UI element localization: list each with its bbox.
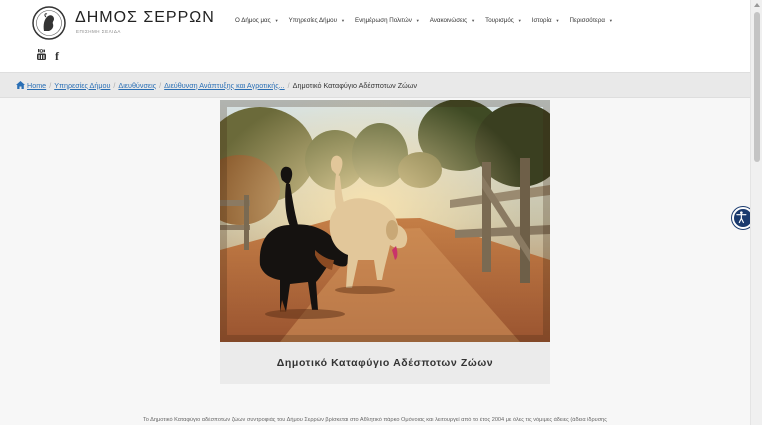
youtube-icon bbox=[37, 49, 46, 60]
nav-label: Ανακοινώσεις bbox=[429, 17, 468, 24]
social-links: f bbox=[37, 47, 59, 65]
municipality-seal-logo[interactable] bbox=[32, 6, 66, 40]
caret-down-icon: ▼ bbox=[340, 18, 345, 23]
site-header: ΔΗΜΟΣ ΣΕΡΡΩΝ ΕΠΙΣΗΜΗ ΣΕΛΙΔΑ f Ο Δήμος μα… bbox=[0, 0, 750, 72]
nav-label: Ενημέρωση Πολιτών bbox=[354, 17, 412, 24]
caret-down-icon: ▼ bbox=[517, 18, 522, 23]
breadcrumb-dieuthynsi-anaptyxis-link[interactable]: Διεύθυνση Ανάπτυξης και Αγροτικής... bbox=[164, 81, 285, 90]
nav-ypiresies-dimou[interactable]: Υπηρεσίες Δήμου ▼ bbox=[289, 17, 345, 24]
scroll-up-arrow-icon[interactable] bbox=[754, 3, 760, 7]
nav-anakoinoseis[interactable]: Ανακοινώσεις ▼ bbox=[430, 17, 475, 24]
nav-label: Τουρισμός bbox=[485, 17, 514, 24]
facebook-icon[interactable]: f bbox=[55, 50, 59, 62]
breadcrumb-separator: / bbox=[287, 80, 290, 90]
breadcrumb-ypiresies-link[interactable]: Υπηρεσίες Δήμου bbox=[54, 81, 110, 90]
nav-enimerosi-politon[interactable]: Ενημέρωση Πολιτών ▼ bbox=[355, 17, 420, 24]
hero-image-dogs bbox=[220, 100, 550, 342]
nav-perissotera[interactable]: Περισσότερα ▼ bbox=[570, 17, 613, 24]
caret-down-icon: ▼ bbox=[555, 18, 560, 23]
image-caption: Δημοτικό Καταφύγιο Αδέσποτων Ζώων bbox=[220, 342, 550, 384]
breadcrumb: Home / Υπηρεσίες Δήμου / Διευθύνσεις / Δ… bbox=[0, 72, 750, 98]
nav-tourismos[interactable]: Τουρισμός ▼ bbox=[485, 17, 522, 24]
breadcrumb-separator: / bbox=[159, 80, 162, 90]
breadcrumb-dieuthynseis-link[interactable]: Διευθύνσεις bbox=[118, 81, 156, 90]
caret-down-icon: ▼ bbox=[415, 18, 420, 23]
brand-subtitle: ΕΠΙΣΗΜΗ ΣΕΛΙΔΑ bbox=[76, 29, 121, 34]
scrollbar-thumb[interactable] bbox=[754, 12, 760, 162]
nav-label: Υπηρεσίες Δήμου bbox=[288, 17, 337, 24]
page-body-text: Το Δημοτικό Καταφύγιο αδέσποτων ζώων συν… bbox=[143, 417, 607, 423]
nav-istoria[interactable]: Ιστορία ▼ bbox=[532, 17, 560, 24]
nav-label: Περισσότερα bbox=[569, 17, 605, 24]
caret-down-icon: ▼ bbox=[608, 18, 613, 23]
caret-down-icon: ▼ bbox=[471, 18, 476, 23]
nav-o-dimos-mas[interactable]: Ο Δήμος μας ▼ bbox=[235, 17, 279, 24]
breadcrumb-separator: / bbox=[49, 80, 52, 90]
vertical-scrollbar[interactable] bbox=[750, 0, 762, 425]
brand-title[interactable]: ΔΗΜΟΣ ΣΕΡΡΩΝ bbox=[75, 9, 215, 27]
breadcrumb-home-link[interactable]: Home bbox=[27, 81, 46, 90]
breadcrumb-separator: / bbox=[113, 80, 116, 90]
main-navigation: Ο Δήμος μας ▼ Υπηρεσίες Δήμου ▼ Ενημέρωσ… bbox=[235, 17, 613, 24]
nav-label: Ιστορία bbox=[531, 17, 552, 24]
caret-down-icon: ▼ bbox=[274, 18, 279, 23]
home-icon bbox=[16, 81, 25, 89]
youtube-link[interactable] bbox=[37, 47, 46, 65]
breadcrumb-current: Δημοτικό Καταφύγιο Αδέσποτων Ζώων bbox=[292, 80, 417, 90]
nav-label: Ο Δήμος μας bbox=[235, 17, 271, 24]
